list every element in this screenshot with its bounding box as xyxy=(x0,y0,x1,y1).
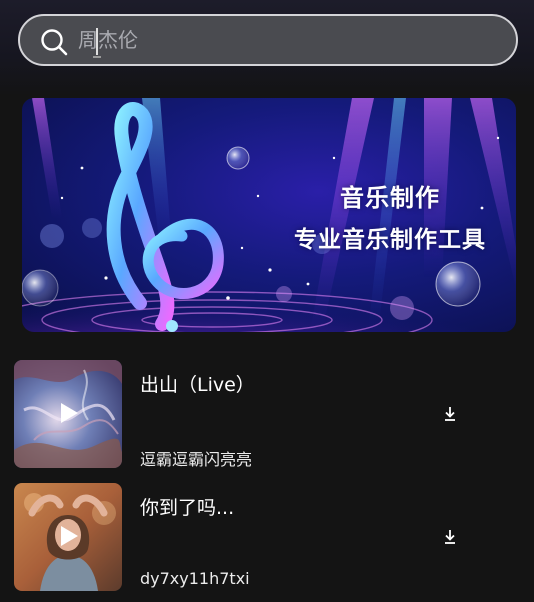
song-list-item[interactable]: 你到了吗... dy7xy11h7txi xyxy=(0,483,534,595)
promo-banner[interactable]: 音乐制作 专业音乐制作工具 xyxy=(22,98,516,332)
banner-subtitle: 专业音乐制作工具 xyxy=(294,227,486,253)
banner-title: 音乐制作 xyxy=(340,184,440,212)
search-input[interactable] xyxy=(78,24,498,56)
song-artist: 逗霸逗霸闪亮亮 xyxy=(140,450,253,469)
song-artist: dy7xy11h7txi xyxy=(140,569,250,588)
song-list-item[interactable]: 出山（Live） 逗霸逗霸闪亮亮 xyxy=(0,360,534,472)
song-cover[interactable] xyxy=(14,483,122,591)
download-icon[interactable] xyxy=(443,406,457,422)
text-cursor xyxy=(96,28,98,55)
song-title: 出山（Live） xyxy=(140,374,255,396)
download-icon[interactable] xyxy=(443,529,457,545)
play-icon[interactable] xyxy=(59,402,79,424)
text-cursor-handle[interactable] xyxy=(93,56,101,58)
play-icon[interactable] xyxy=(59,525,79,547)
song-title: 你到了吗... xyxy=(140,497,235,519)
song-cover[interactable] xyxy=(14,360,122,468)
search-icon[interactable] xyxy=(40,28,68,56)
search-bar[interactable] xyxy=(18,14,518,66)
banner-artwork xyxy=(22,98,516,332)
